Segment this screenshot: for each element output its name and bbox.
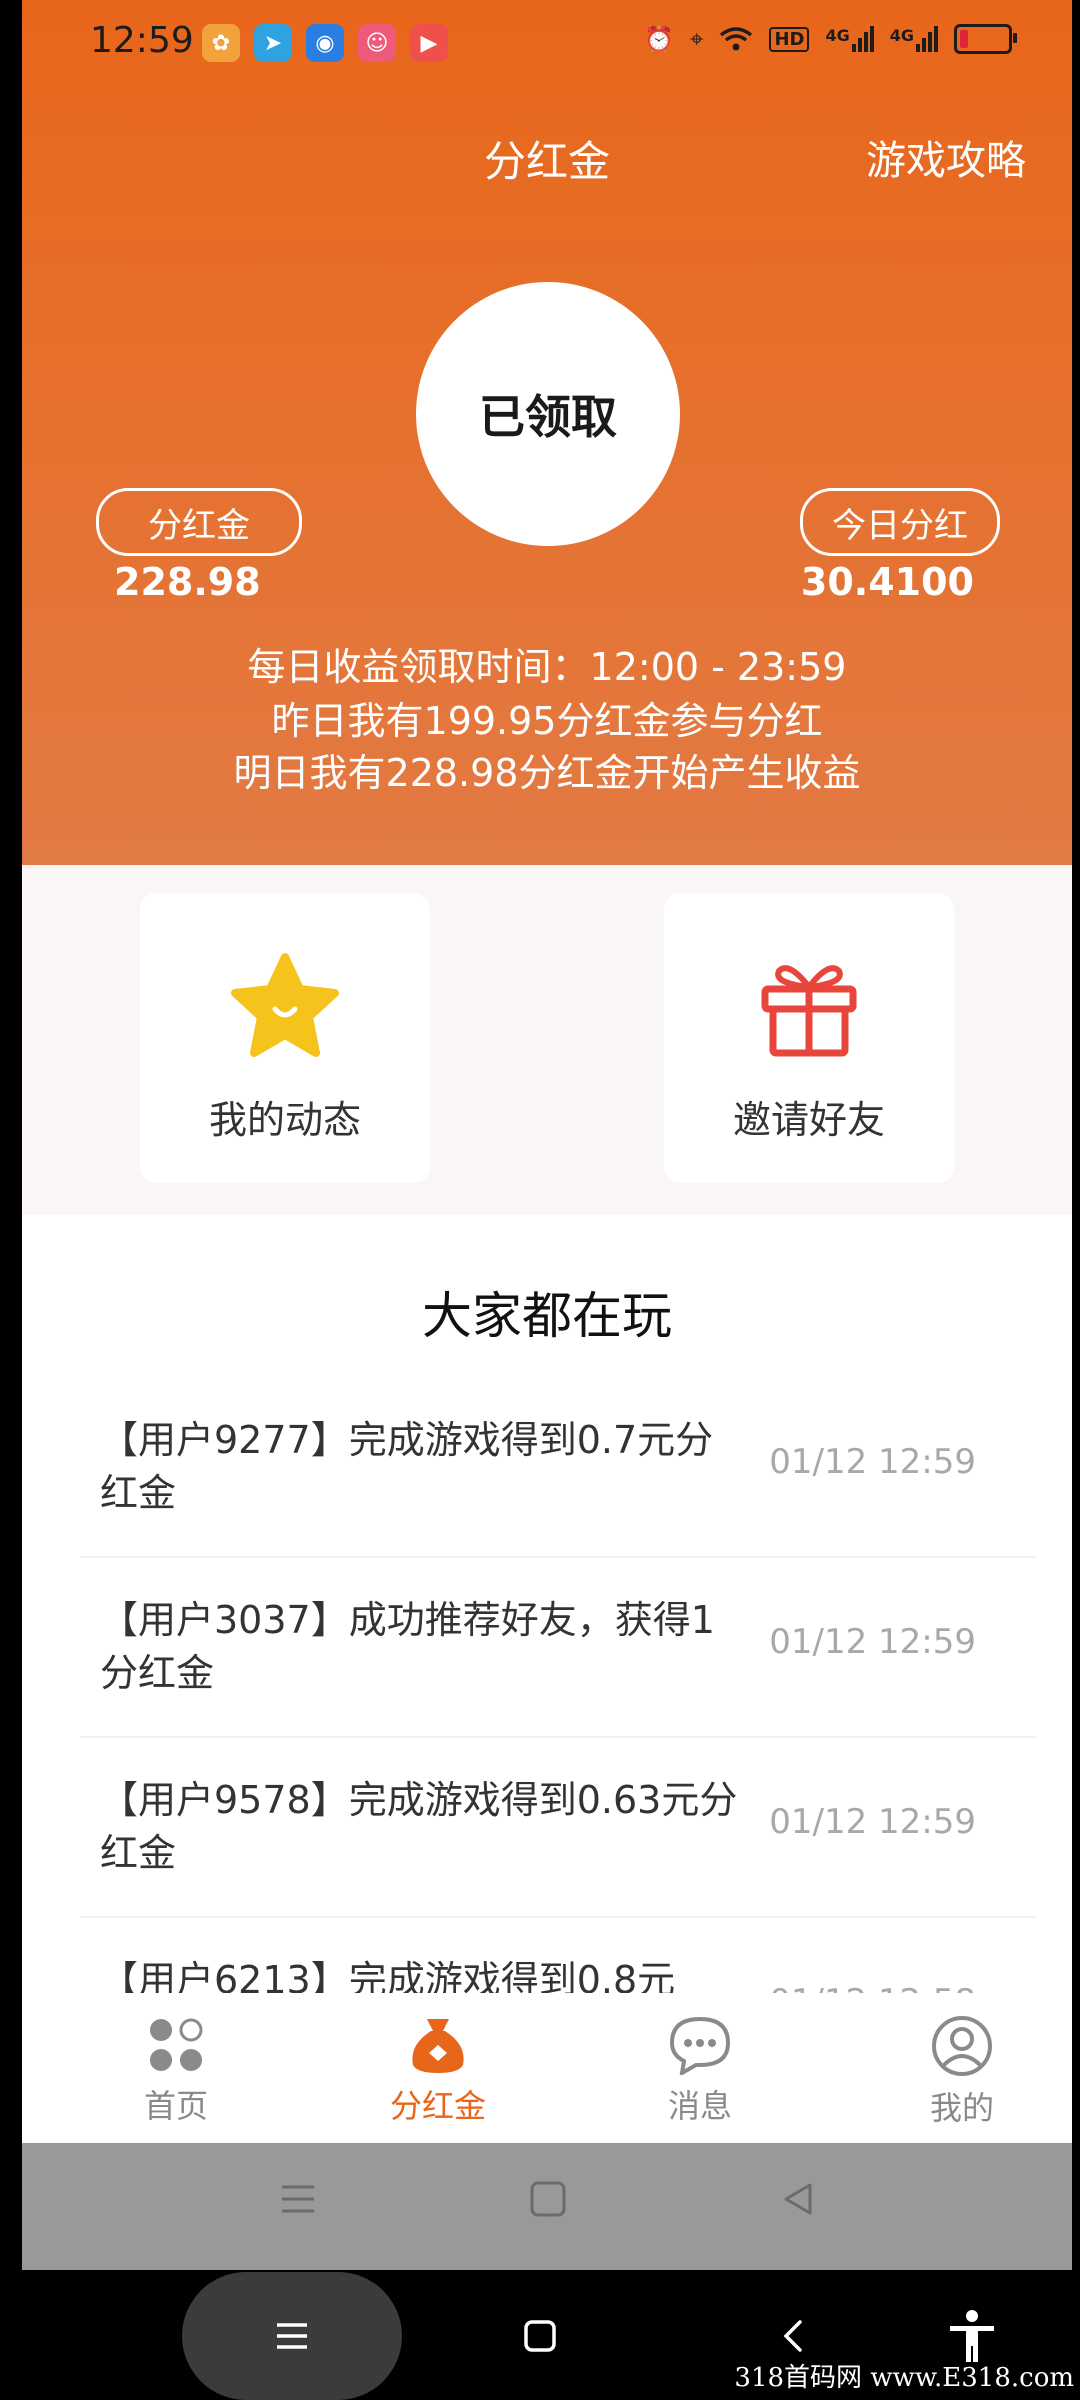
- header-panel: 12:59 ✿ ➤ ◉ ☺ ▶ ⏰ ⌖ HD 4G 4G 分红金 游戏攻略 已领…: [22, 0, 1072, 865]
- tab-profile[interactable]: 我的: [872, 2015, 1052, 2129]
- my-activity-card[interactable]: 我的动态: [140, 893, 430, 1183]
- grid-dots-icon: [150, 2018, 203, 2071]
- telegram-icon: ➤: [254, 24, 292, 62]
- wifi-icon: [720, 27, 753, 51]
- invite-friends-card[interactable]: 邀请好友: [664, 893, 954, 1183]
- dividend-gold-amount: 228.98: [114, 560, 261, 604]
- accessibility-icon[interactable]: [944, 2308, 1000, 2364]
- chat-bubble-icon: [669, 2016, 731, 2075]
- list-item: 【用户3037】成功推荐好友，获得1分红金 01/12 12:59: [80, 1558, 1036, 1738]
- social-app-icon: ☺: [358, 24, 396, 62]
- feed-item-time: 01/12 12:59: [769, 1802, 976, 1842]
- signal-1-icon: 4G: [825, 26, 874, 52]
- tomorrow-text: 明日我有228.98分红金开始产生收益: [233, 751, 861, 795]
- home-button-icon[interactable]: [522, 2318, 558, 2354]
- gift-icon: [755, 951, 863, 1063]
- list-item: 【用户9578】完成游戏得到0.63元分红金 01/12 12:59: [80, 1738, 1036, 1918]
- claim-time-text: 每日收益领取时间：12:00 - 23:59: [247, 645, 847, 689]
- star-icon: [229, 951, 341, 1063]
- dividend-gold-pill: 分红金: [96, 488, 302, 556]
- browser-icon: ◉: [306, 24, 344, 62]
- tab-messages[interactable]: 消息: [610, 2015, 790, 2127]
- video-app-icon: ▶: [410, 24, 448, 62]
- profile-icon: [932, 2016, 992, 2076]
- home-square-icon[interactable]: [528, 2179, 568, 2219]
- feed-item-text: 【用户3037】成功推荐好友，获得1分红金: [100, 1598, 715, 1695]
- recents-menu-icon[interactable]: [274, 2318, 310, 2354]
- battery-icon: [954, 24, 1017, 54]
- bottom-tab-bar: 首页 分红金 消息 我的: [22, 1993, 1072, 2143]
- tab-profile-label: 我的: [929, 2089, 994, 2127]
- hd-badge: HD: [769, 26, 810, 52]
- list-item: 【用户9277】完成游戏得到0.7元分红金 01/12 12:59: [80, 1378, 1036, 1558]
- yesterday-text: 昨日我有199.95分红金参与分红: [271, 699, 823, 743]
- today-dividend-amount: 30.4100: [800, 560, 974, 604]
- tab-messages-label: 消息: [667, 2087, 732, 2125]
- system-icons: ⏰ ⌖ HD 4G 4G: [644, 24, 1017, 54]
- menu-icon[interactable]: [278, 2179, 318, 2219]
- tab-home-label: 首页: [143, 2087, 208, 2125]
- notification-icons: ✿ ➤ ◉ ☺ ▶: [202, 24, 448, 62]
- feed-item-text: 【用户9578】完成游戏得到0.63元分红金: [100, 1778, 738, 1875]
- game-guide-link[interactable]: 游戏攻略: [866, 128, 1026, 186]
- app-nav-bar: [22, 2143, 1072, 2270]
- tab-home[interactable]: 首页: [86, 2015, 266, 2127]
- signal-2-icon: 4G: [890, 26, 938, 52]
- list-item: 【用户6213】完成游戏得到0.8元 01/12 12:58: [80, 1918, 1036, 1993]
- back-triangle-icon[interactable]: [778, 2179, 818, 2219]
- feed-item-time: 01/12 12:59: [769, 1622, 976, 1662]
- shortcut-cards: 我的动态 邀请好友: [22, 865, 1072, 1215]
- money-bag-icon: [412, 2019, 464, 2073]
- uc-browser-icon: ✿: [202, 24, 240, 62]
- alarm-icon: ⏰: [644, 25, 674, 53]
- feed-title: 大家都在玩: [422, 1287, 672, 1345]
- feed-item-time: 01/12 12:59: [769, 1442, 976, 1482]
- feed-item-time: 01/12 12:58: [769, 1982, 976, 1993]
- activity-feed[interactable]: 【用户9277】完成游戏得到0.7元分红金 01/12 12:59 【用户303…: [80, 1378, 1036, 1993]
- watermark: 318首码网 www.E318.com: [734, 2363, 1074, 2393]
- feed-item-text: 【用户9277】完成游戏得到0.7元分红金: [100, 1418, 714, 1515]
- tab-dividend-label: 分红金: [389, 2087, 486, 2125]
- claim-button[interactable]: 已领取: [416, 282, 680, 546]
- status-bar: 12:59 ✿ ➤ ◉ ☺ ▶ ⏰ ⌖ HD 4G 4G: [22, 0, 1072, 92]
- feed-item-text: 【用户6213】完成游戏得到0.8元: [100, 1958, 676, 1993]
- location-icon: ⌖: [689, 25, 704, 53]
- my-activity-label: 我的动态: [208, 1098, 361, 1142]
- app-frame: 12:59 ✿ ➤ ◉ ☺ ▶ ⏰ ⌖ HD 4G 4G 分红金 游戏攻略 已领…: [22, 0, 1072, 2270]
- back-chevron-icon[interactable]: [776, 2318, 812, 2354]
- status-time: 12:59: [90, 20, 194, 61]
- invite-friends-label: 邀请好友: [732, 1098, 885, 1142]
- tab-dividend[interactable]: 分红金: [348, 2015, 528, 2127]
- today-dividend-pill: 今日分红: [800, 488, 1000, 556]
